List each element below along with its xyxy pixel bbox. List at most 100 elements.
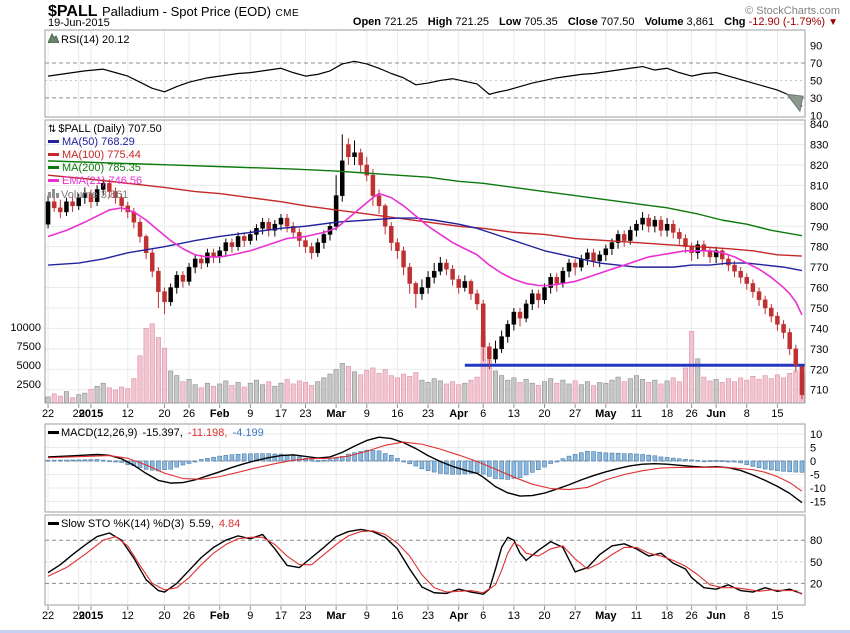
svg-text:18: 18	[661, 610, 673, 622]
svg-text:9: 9	[364, 408, 370, 420]
svg-text:Jun: Jun	[706, 610, 726, 622]
svg-text:760: 760	[810, 283, 828, 295]
macd-name: MACD(12,26,9)	[61, 427, 138, 439]
macd-swatch	[48, 431, 59, 434]
svg-text:840: 840	[810, 119, 828, 131]
svg-text:23: 23	[299, 610, 311, 622]
ema21-swatch	[48, 179, 59, 182]
svg-text:May: May	[595, 610, 617, 622]
svg-text:790: 790	[810, 221, 828, 233]
svg-text:15: 15	[771, 610, 783, 622]
rsi-legend: RSI(14) 20.12	[47, 32, 130, 47]
svg-text:Feb: Feb	[210, 610, 230, 622]
svg-text:15: 15	[771, 408, 783, 420]
chart-svg: 9070503010100007500500025008408308208108…	[10, 29, 828, 622]
svg-text:20: 20	[158, 408, 170, 420]
svg-text:11: 11	[631, 610, 642, 622]
svg-text:800: 800	[810, 201, 828, 213]
svg-text:80: 80	[810, 535, 822, 547]
svg-text:9: 9	[364, 610, 370, 622]
svg-text:9: 9	[247, 408, 253, 420]
macd-legend: MACD(12,26,9) -15.397, -11.198, -4.199	[48, 427, 266, 440]
svg-text:13: 13	[508, 610, 520, 622]
svg-text:9: 9	[247, 610, 253, 622]
svg-text:17: 17	[275, 408, 287, 420]
svg-text:Mar: Mar	[326, 610, 346, 622]
svg-text:8: 8	[744, 610, 750, 622]
svg-text:5000: 5000	[17, 360, 41, 372]
svg-text:16: 16	[391, 408, 403, 420]
svg-text:-15: -15	[810, 496, 826, 508]
svg-text:Feb: Feb	[210, 408, 230, 420]
svg-text:20: 20	[810, 578, 822, 590]
svg-text:90: 90	[810, 41, 822, 53]
sto-k-value: 5.59,	[189, 518, 214, 530]
svg-text:17: 17	[275, 610, 287, 622]
svg-text:12: 12	[122, 408, 134, 420]
svg-text:10000: 10000	[10, 322, 41, 334]
sto-name: Slow STO %K(14) %D(3)	[61, 518, 185, 530]
svg-text:50: 50	[810, 557, 822, 569]
svg-text:11: 11	[631, 408, 642, 420]
volume-legend-label: Volume 3,861	[61, 189, 129, 201]
svg-text:720: 720	[810, 364, 828, 376]
svg-text:30: 30	[810, 93, 822, 105]
svg-text:740: 740	[810, 323, 828, 335]
svg-text:18: 18	[661, 408, 673, 420]
svg-text:70: 70	[810, 58, 822, 70]
svg-text:2500: 2500	[17, 379, 41, 391]
svg-text:-5: -5	[810, 469, 820, 481]
svg-text:20: 20	[538, 610, 550, 622]
svg-text:22: 22	[42, 610, 54, 622]
svg-text:12: 12	[122, 610, 134, 622]
sto-d-value: 4.84	[218, 518, 241, 530]
svg-text:2015: 2015	[79, 610, 103, 622]
svg-text:27: 27	[569, 408, 581, 420]
svg-text:5: 5	[810, 442, 816, 454]
macd-hist-value: -4.199	[232, 427, 264, 439]
svg-text:820: 820	[810, 160, 828, 172]
price-legend: ⇅ $PALL (Daily) 707.50 MA(50) 768.29 MA(1…	[48, 123, 162, 201]
svg-text:0: 0	[810, 456, 816, 468]
svg-text:23: 23	[299, 408, 311, 420]
svg-text:-10: -10	[810, 483, 826, 495]
svg-text:Jun: Jun	[706, 408, 726, 420]
svg-text:26: 26	[183, 408, 195, 420]
ema21-label: EMA(21) 746.56	[62, 175, 143, 187]
sto-legend: Slow STO %K(14) %D(3) 5.59, 4.84	[48, 518, 242, 531]
svg-text:770: 770	[810, 262, 828, 274]
svg-text:May: May	[595, 408, 617, 420]
svg-text:Apr: Apr	[449, 408, 469, 420]
svg-text:8: 8	[744, 408, 750, 420]
svg-text:830: 830	[810, 140, 828, 152]
svg-text:20: 20	[158, 610, 170, 622]
svg-text:23: 23	[422, 610, 434, 622]
svg-text:16: 16	[391, 610, 403, 622]
price-legend-title: $PALL (Daily) 707.50	[58, 123, 162, 135]
macd-value: -15.397,	[142, 427, 183, 439]
svg-text:10: 10	[810, 429, 822, 441]
svg-text:810: 810	[810, 180, 828, 192]
ma200-label: MA(200) 785.35	[62, 162, 141, 174]
svg-text:26: 26	[685, 408, 697, 420]
svg-text:26: 26	[685, 610, 697, 622]
svg-text:750: 750	[810, 303, 828, 315]
svg-text:6: 6	[480, 408, 486, 420]
svg-text:7500: 7500	[17, 341, 41, 353]
svg-text:23: 23	[422, 408, 434, 420]
rsi-legend-label: RSI(14) 20.12	[61, 34, 130, 46]
ma50-label: MA(50) 768.29	[62, 136, 135, 148]
ma50-swatch	[48, 140, 59, 143]
svg-text:20: 20	[538, 408, 550, 420]
svg-text:6: 6	[480, 610, 486, 622]
stockcharts-chart: $PALL Palladium - Spot Price (EOD) CME ©…	[0, 0, 850, 633]
svg-text:27: 27	[569, 610, 581, 622]
svg-text:710: 710	[810, 385, 828, 397]
svg-text:22: 22	[42, 408, 54, 420]
ma200-swatch	[48, 166, 59, 169]
sto-swatch	[48, 522, 59, 525]
svg-text:2015: 2015	[79, 408, 103, 420]
svg-text:50: 50	[810, 75, 822, 87]
svg-text:Apr: Apr	[449, 610, 469, 622]
macd-signal-value: -11.198,	[187, 427, 228, 439]
